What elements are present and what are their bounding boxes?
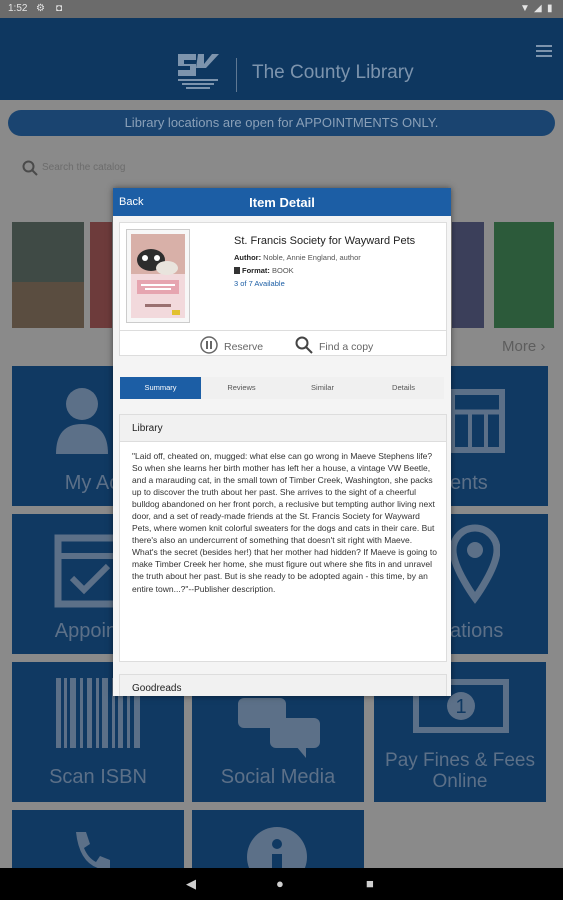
status-bar: 1:52 ⚙ ◘ ▼ ◢ ▮ [0,0,563,18]
section-header: Goodreads [120,675,446,696]
tile-locations[interactable]: ations [450,514,548,654]
pause-circle-icon [200,336,218,354]
tile-label: Pay Fines & Fees Online [385,750,535,792]
tab-summary[interactable]: Summary [120,377,201,399]
tile-label: ents [450,472,488,494]
book-cover-image[interactable] [126,229,190,323]
search-input[interactable]: Search the catalog [42,162,125,173]
tile-info[interactable] [192,810,364,868]
book-cover[interactable] [452,222,484,328]
library-name: The County Library [252,62,414,83]
divider [120,330,446,331]
settings-icon: ⚙ [36,3,45,14]
book-format: Format: BOOK [234,266,294,275]
reserve-button[interactable]: Reserve [200,336,263,354]
book-format-icon [234,267,240,274]
tile-label: ations [450,620,504,642]
tile-label: Social Media [220,766,336,788]
search-bar[interactable]: Search the catalog [8,150,555,186]
wifi-icon: ▼ [520,3,530,14]
summary-card: Library "Laid off, cheated on, mugged: w… [119,414,447,662]
info-icon [247,827,307,868]
announcement-banner[interactable]: Library locations are open for APPOINTME… [8,110,555,136]
book-title: St. Francis Society for Wayward Pets [234,235,416,247]
search-icon [295,336,313,354]
chat-bubbles-icon [238,698,320,758]
dialog-header: Back Item Detail [113,188,451,216]
book-cover-art [131,234,185,318]
library-logo-icon [178,54,219,89]
calendar-icon [450,389,505,453]
back-nav-icon[interactable]: ◀ [186,876,196,892]
book-description: "Laid off, cheated on, mugged: what else… [132,451,437,594]
app-screen: 1:52 ⚙ ◘ ▼ ◢ ▮ The County Library Librar… [0,0,563,868]
home-nav-icon[interactable]: ● [276,876,284,891]
book-cover[interactable] [494,222,554,328]
tile-contact[interactable] [12,810,184,868]
system-nav-bar: ◀ ● ■ [0,868,563,900]
item-detail-dialog: Back Item Detail St. Francis Society for… [113,188,451,696]
availability-link[interactable]: 3 of 7 Available [234,279,285,288]
menu-icon[interactable] [536,45,552,57]
phone-icon [76,832,110,868]
more-link[interactable]: More › [502,338,545,355]
tab-details[interactable]: Details [363,377,444,399]
shield-icon: ◘ [56,3,63,14]
goodreads-card: Goodreads [119,674,447,696]
svg-text:1: 1 [455,696,466,718]
map-pin-icon [450,524,500,604]
dialog-title: Item Detail [249,195,315,210]
tile-events[interactable]: ents [450,366,548,506]
status-time: 1:52 [8,3,28,14]
signal-icon: ◢ [534,3,542,14]
section-header: Library [120,415,446,442]
section-title: Library [132,423,163,434]
person-icon [56,388,108,454]
recents-nav-icon[interactable]: ■ [366,876,374,891]
book-author: Author: Noble, Annie England, author [234,253,361,262]
book-cover[interactable] [90,222,112,328]
tab-reviews[interactable]: Reviews [201,377,282,399]
tab-similar[interactable]: Similar [282,377,363,399]
logo-divider [236,58,237,92]
search-icon [22,160,38,176]
detail-tabs: Summary Reviews Similar Details [119,377,445,399]
book-summary-card: St. Francis Society for Wayward Pets Aut… [119,222,447,356]
tile-label: Scan ISBN [49,766,147,788]
battery-icon: ▮ [547,3,553,14]
app-header [0,18,563,100]
find-copy-button[interactable]: Find a copy [295,336,373,354]
book-cover[interactable] [12,222,84,328]
section-title: Goodreads [132,683,182,694]
